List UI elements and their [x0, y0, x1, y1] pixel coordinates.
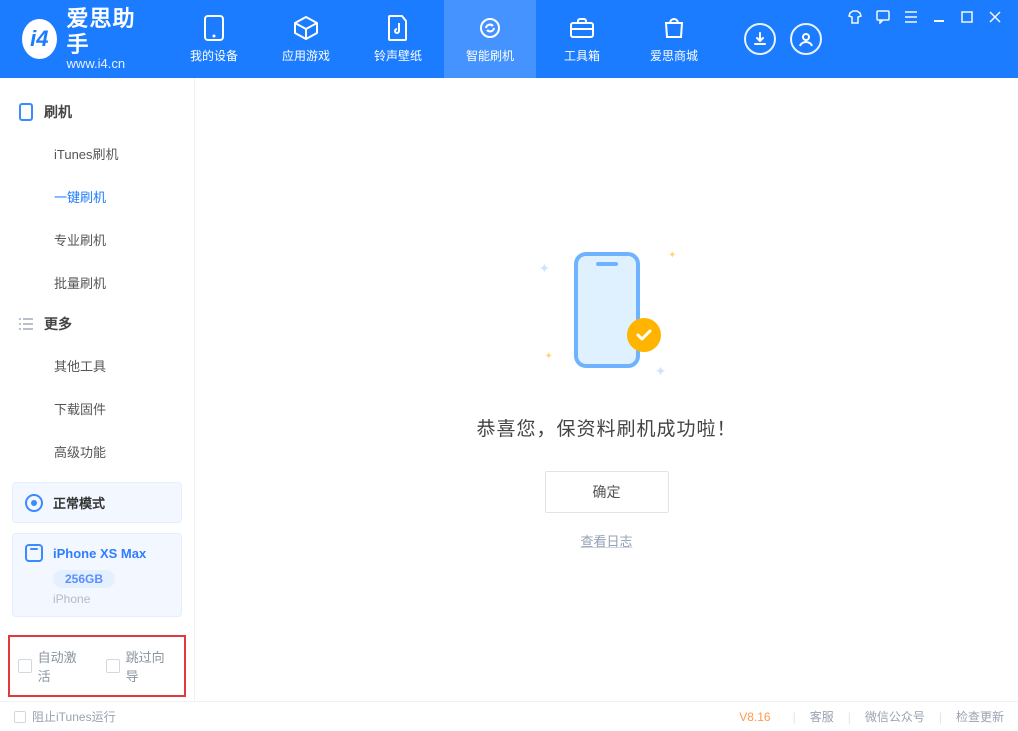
- checkbox-block-itunes[interactable]: 阻止iTunes运行: [14, 708, 116, 725]
- device-small-icon: [25, 544, 43, 562]
- nav-label: 智能刷机: [466, 47, 514, 64]
- separator: |: [793, 710, 796, 724]
- nav-ringtones[interactable]: 铃声壁纸: [352, 0, 444, 78]
- mode-icon: [25, 494, 43, 512]
- nav-label: 工具箱: [564, 47, 600, 64]
- titlebar: i4 爱思助手 www.i4.cn 我的设备 应用游戏 铃声壁纸: [0, 0, 1018, 78]
- highlighted-options-box: 自动激活 跳过向导: [8, 635, 186, 697]
- sidebar-item-label: 其他工具: [54, 359, 106, 374]
- device-panel[interactable]: iPhone XS Max 256GB iPhone: [12, 533, 182, 617]
- nav-label: 爱思商城: [650, 47, 698, 64]
- sidebar-item-itunes-flash[interactable]: iTunes刷机: [0, 132, 194, 175]
- sidebar: 刷机 iTunes刷机 一键刷机 专业刷机 批量刷机 更多 其他工具 下载固件 …: [0, 78, 195, 701]
- nav-apps-games[interactable]: 应用游戏: [260, 0, 352, 78]
- link-label: 客服: [810, 710, 834, 724]
- checkbox-label: 自动激活: [38, 647, 88, 685]
- sidebar-item-oneclick-flash[interactable]: 一键刷机: [0, 175, 194, 218]
- footer-link-update[interactable]: 检查更新: [956, 708, 1004, 725]
- statusbar: 阻止iTunes运行 V8.16 | 客服 | 微信公众号 | 检查更新: [0, 701, 1018, 731]
- group-title-label: 更多: [44, 314, 72, 334]
- nav-label: 我的设备: [190, 47, 238, 64]
- nav-label: 应用游戏: [282, 47, 330, 64]
- group-title-label: 刷机: [44, 102, 72, 122]
- maximize-icon[interactable]: [958, 8, 976, 26]
- phone-icon: [201, 15, 227, 41]
- footer-link-support[interactable]: 客服: [810, 708, 834, 725]
- nav-label: 铃声壁纸: [374, 47, 422, 64]
- menu-icon[interactable]: [902, 8, 920, 26]
- phone-outline-icon: [574, 252, 640, 368]
- nav-toolbox[interactable]: 工具箱: [536, 0, 628, 78]
- checkbox-icon: [106, 659, 120, 673]
- sidebar-item-label: 高级功能: [54, 445, 106, 460]
- window-controls: [846, 0, 1018, 78]
- music-file-icon: [385, 15, 411, 41]
- ok-button-label: 确定: [593, 484, 621, 500]
- app-logo-block: i4 爱思助手 www.i4.cn: [0, 0, 168, 78]
- feedback-icon[interactable]: [874, 8, 892, 26]
- sparkle-icon: ✦: [655, 363, 667, 380]
- device-icon: [18, 104, 34, 120]
- user-icon[interactable]: [790, 23, 822, 55]
- footer-link-wechat[interactable]: 微信公众号: [865, 708, 925, 725]
- nav-store[interactable]: 爱思商城: [628, 0, 720, 78]
- sidebar-item-download-fw[interactable]: 下载固件: [0, 387, 194, 430]
- cube-icon: [293, 15, 319, 41]
- list-icon: [18, 316, 34, 332]
- checkbox-label: 跳过向导: [126, 647, 176, 685]
- download-icon[interactable]: [744, 23, 776, 55]
- sidebar-item-label: iTunes刷机: [54, 147, 119, 162]
- separator: |: [939, 710, 942, 724]
- bag-icon: [661, 15, 687, 41]
- checkbox-label: 阻止iTunes运行: [32, 708, 116, 725]
- sparkle-icon: ✦: [668, 250, 676, 261]
- titlebar-right-icons: [720, 23, 846, 55]
- app-logo-icon: i4: [22, 19, 57, 59]
- sidebar-item-advanced[interactable]: 高级功能: [0, 430, 194, 472]
- version-label: V8.16: [739, 710, 770, 724]
- link-label: 检查更新: [956, 710, 1004, 724]
- mode-panel[interactable]: 正常模式: [12, 482, 182, 523]
- toolbox-icon: [569, 15, 595, 41]
- ok-button[interactable]: 确定: [545, 471, 669, 513]
- link-label: 微信公众号: [865, 710, 925, 724]
- success-illustration: ✦ ✦ ✦ ✦: [527, 230, 687, 390]
- device-os-label: iPhone: [53, 592, 169, 606]
- sidebar-group-flash[interactable]: 刷机: [0, 92, 194, 132]
- sidebar-item-batch-flash[interactable]: 批量刷机: [0, 261, 194, 304]
- sidebar-item-label: 下载固件: [54, 402, 106, 417]
- device-name: iPhone XS Max: [53, 546, 146, 561]
- sidebar-item-label: 批量刷机: [54, 276, 106, 291]
- refresh-shield-icon: [477, 15, 503, 41]
- success-title: 恭喜您，保资料刷机成功啦！: [476, 414, 736, 441]
- minimize-icon[interactable]: [930, 8, 948, 26]
- main-nav: 我的设备 应用游戏 铃声壁纸 智能刷机 工具箱: [168, 0, 720, 78]
- sparkle-icon: ✦: [539, 260, 551, 277]
- checkbox-auto-activate[interactable]: 自动激活: [18, 647, 88, 685]
- sparkle-icon: ✦: [545, 351, 553, 362]
- sidebar-item-label: 专业刷机: [54, 233, 106, 248]
- separator: |: [848, 710, 851, 724]
- view-log-link[interactable]: 查看日志: [580, 531, 632, 550]
- nav-my-device[interactable]: 我的设备: [168, 0, 260, 78]
- close-icon[interactable]: [986, 8, 1004, 26]
- device-storage-chip: 256GB: [53, 570, 115, 588]
- view-log-label: 查看日志: [580, 534, 632, 549]
- sidebar-item-label: 一键刷机: [54, 190, 106, 205]
- nav-smart-flash[interactable]: 智能刷机: [444, 0, 536, 78]
- main-content: ✦ ✦ ✦ ✦ 恭喜您，保资料刷机成功啦！ 确定 查看日志: [195, 78, 1018, 701]
- checkbox-icon: [18, 659, 32, 673]
- checkbox-skip-guide[interactable]: 跳过向导: [106, 647, 176, 685]
- sidebar-item-pro-flash[interactable]: 专业刷机: [0, 218, 194, 261]
- mode-label: 正常模式: [53, 493, 105, 512]
- app-url: www.i4.cn: [67, 57, 146, 72]
- checkbox-icon: [14, 711, 26, 723]
- app-name: 爱思助手: [67, 6, 146, 57]
- success-check-badge-icon: [627, 318, 661, 352]
- tshirt-icon[interactable]: [846, 8, 864, 26]
- sidebar-group-more[interactable]: 更多: [0, 304, 194, 344]
- sidebar-item-other-tools[interactable]: 其他工具: [0, 344, 194, 387]
